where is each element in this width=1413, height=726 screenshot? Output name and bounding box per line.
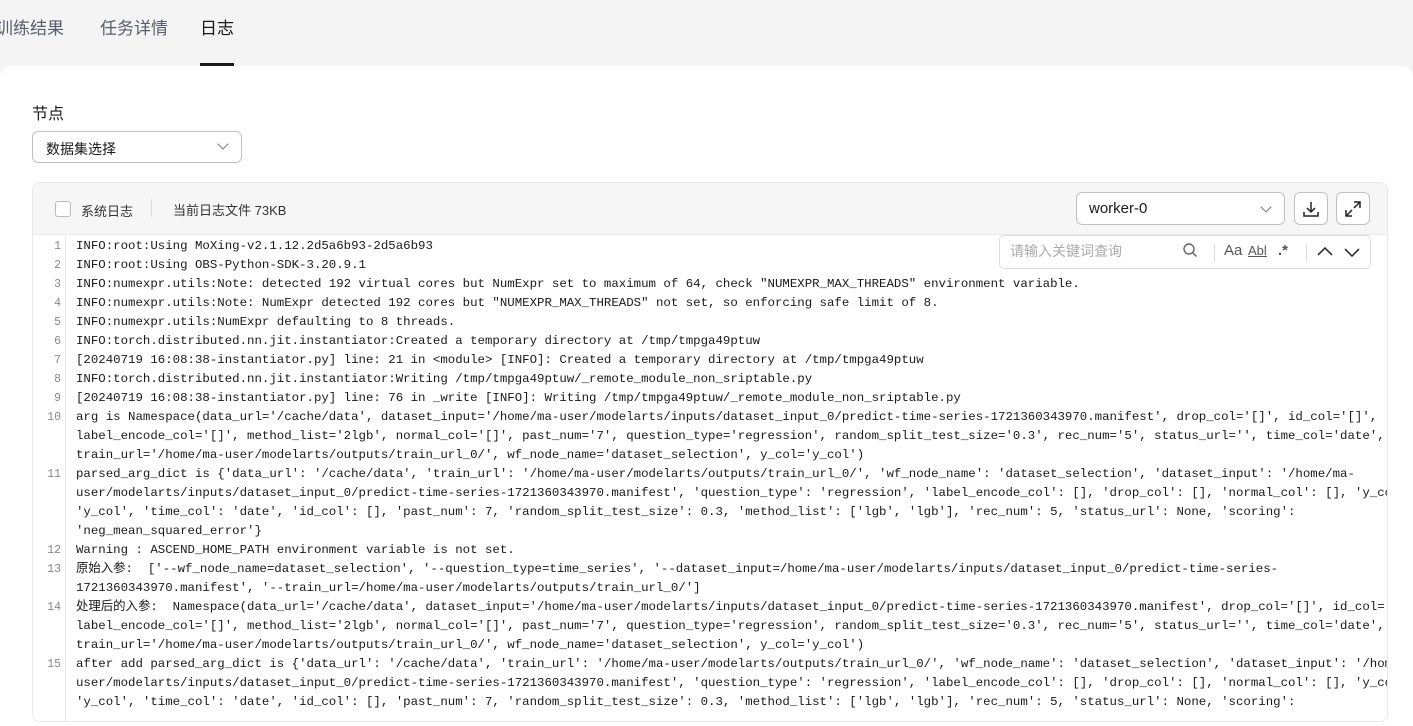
line-number: 15 bbox=[47, 658, 61, 671]
log-text: 1721360343970.manifest', '--train_url=/h… bbox=[76, 581, 701, 595]
log-line: 12 Warning : ASCEND_HOME_PATH environment… bbox=[33, 541, 1387, 560]
log-line: 6 INFO:torch.distributed.nn.jit.instantia… bbox=[33, 332, 1387, 351]
log-line: 10 arg is Namespace(data_url='/cache/data… bbox=[33, 408, 1387, 465]
tab-training-results[interactable]: 训练结果 bbox=[0, 14, 64, 52]
line-number: 9 bbox=[54, 392, 61, 405]
log-panel: 系统日志 当前日志文件 73KB worker-0 Aa Abl .* bbox=[32, 182, 1388, 722]
tab-bar: 训练结果 任务详情 日志 bbox=[0, 0, 1413, 66]
log-line: 8 INFO:torch.distributed.nn.jit.instantia… bbox=[33, 370, 1387, 389]
log-line: 15 after add parsed_arg_dict is {'data_ur… bbox=[33, 655, 1387, 712]
log-text: INFO:numexpr.utils:Note: detected 192 vi… bbox=[76, 277, 1080, 291]
line-number: 4 bbox=[54, 297, 61, 310]
log-text: parsed_arg_dict is {'data_url': '/cache/… bbox=[76, 467, 1355, 481]
log-text: 处理后的入参: Namespace(data_url='/cache/data'… bbox=[76, 600, 1388, 614]
log-text: 'y_col', 'time_col': 'date', 'id_col': [… bbox=[76, 695, 1296, 709]
log-line: 9 [20240719 16:08:38-instantiator.py] lin… bbox=[33, 389, 1387, 408]
line-number: 2 bbox=[54, 259, 61, 272]
divider bbox=[1214, 244, 1215, 262]
log-text: user/modelarts/inputs/dataset_input_0/pr… bbox=[76, 486, 1388, 500]
fullscreen-button[interactable] bbox=[1336, 192, 1370, 225]
log-toolbar: 系统日志 当前日志文件 73KB worker-0 bbox=[33, 183, 1387, 235]
line-number: 1 bbox=[54, 240, 61, 253]
log-text: 原始入参: ['--wf_node_name=dataset_selection… bbox=[76, 562, 1279, 576]
download-icon bbox=[1303, 201, 1319, 217]
log-text: INFO:numexpr.utils:NumExpr defaulting to… bbox=[76, 315, 456, 329]
divider bbox=[151, 199, 152, 217]
log-line: 3 INFO:numexpr.utils:Note: detected 192 v… bbox=[33, 275, 1387, 294]
log-text: 'neg_mean_squared_error'} bbox=[76, 524, 262, 538]
node-select[interactable]: 数据集选择 bbox=[32, 131, 242, 163]
log-line: 7 [20240719 16:08:38-instantiator.py] lin… bbox=[33, 351, 1387, 370]
chevron-down-icon bbox=[217, 138, 229, 150]
log-text: user/modelarts/inputs/dataset_input_0/pr… bbox=[76, 676, 1388, 690]
next-match-button[interactable] bbox=[1343, 244, 1361, 264]
line-number: 5 bbox=[54, 316, 61, 329]
divider bbox=[1306, 244, 1307, 262]
log-file-size: 当前日志文件 73KB bbox=[173, 203, 287, 218]
node-select-value: 数据集选择 bbox=[46, 141, 116, 157]
line-number: 8 bbox=[54, 373, 61, 386]
node-label: 节点 bbox=[32, 106, 65, 123]
line-number: 11 bbox=[47, 468, 61, 481]
tab-task-details[interactable]: 任务详情 bbox=[100, 14, 168, 52]
log-text: after add parsed_arg_dict is {'data_url'… bbox=[76, 657, 1388, 671]
chevron-up-icon bbox=[1317, 246, 1333, 256]
match-case-icon[interactable]: Aa bbox=[1224, 242, 1242, 259]
download-button[interactable] bbox=[1294, 192, 1328, 225]
log-line: 13 原始入参: ['--wf_node_name=dataset_selecti… bbox=[33, 560, 1387, 598]
line-number: 13 bbox=[47, 563, 61, 576]
line-number: 12 bbox=[47, 544, 61, 557]
line-number: 14 bbox=[47, 601, 61, 614]
line-number: 3 bbox=[54, 278, 61, 291]
keyword-search-input[interactable] bbox=[1010, 243, 1170, 259]
log-line: 5 INFO:numexpr.utils:NumExpr defaulting t… bbox=[33, 313, 1387, 332]
line-number: 7 bbox=[54, 354, 61, 367]
log-text: INFO:torch.distributed.nn.jit.instantiat… bbox=[76, 334, 761, 348]
log-text: train_url='/home/ma-user/modelarts/outpu… bbox=[76, 638, 865, 652]
worker-select-value: worker-0 bbox=[1089, 200, 1148, 217]
regex-icon[interactable]: .* bbox=[1278, 242, 1288, 259]
log-lines: 1 INFO:root:Using MoXing-v2.1.12.2d5a6b93… bbox=[33, 236, 1387, 712]
system-log-checkbox[interactable] bbox=[55, 201, 71, 217]
log-search-box: Aa Abl .* bbox=[999, 235, 1371, 269]
log-line: 4 INFO:numexpr.utils:Note: NumExpr detect… bbox=[33, 294, 1387, 313]
chevron-down-icon bbox=[1344, 248, 1360, 258]
log-line: 11 parsed_arg_dict is {'data_url': '/cach… bbox=[33, 465, 1387, 541]
log-text: 'y_col', 'time_col': 'date', 'id_col': [… bbox=[76, 505, 1296, 519]
chevron-down-icon bbox=[1260, 201, 1272, 213]
log-viewer[interactable]: 1 INFO:root:Using MoXing-v2.1.12.2d5a6b93… bbox=[33, 236, 1387, 721]
worker-select[interactable]: worker-0 bbox=[1076, 192, 1285, 225]
search-icon[interactable] bbox=[1182, 242, 1198, 262]
tab-logs[interactable]: 日志 bbox=[200, 14, 234, 66]
log-text: label_encode_col='[]', method_list='2lgb… bbox=[76, 619, 1385, 633]
log-text: INFO:numexpr.utils:Note: NumExpr detecte… bbox=[76, 296, 939, 310]
log-text: [20240719 16:08:38-instantiator.py] line… bbox=[76, 353, 924, 367]
match-word-icon[interactable]: Abl bbox=[1248, 243, 1267, 258]
log-text: INFO:torch.distributed.nn.jit.instantiat… bbox=[76, 372, 813, 386]
log-text: arg is Namespace(data_url='/cache/data',… bbox=[76, 410, 1378, 424]
log-text: train_url='/home/ma-user/modelarts/outpu… bbox=[76, 448, 865, 462]
system-log-label[interactable]: 系统日志 bbox=[81, 201, 133, 220]
log-line: 14 处理后的入参: Namespace(data_url='/cache/dat… bbox=[33, 598, 1387, 655]
previous-match-button[interactable] bbox=[1316, 244, 1334, 264]
line-number: 6 bbox=[54, 335, 61, 348]
line-number: 10 bbox=[47, 411, 61, 424]
log-text: label_encode_col='[]', method_list='2lgb… bbox=[76, 429, 1385, 443]
expand-icon bbox=[1345, 200, 1361, 217]
log-text: [20240719 16:08:38-instantiator.py] line… bbox=[76, 391, 961, 405]
log-text: Warning : ASCEND_HOME_PATH environment v… bbox=[76, 543, 515, 557]
